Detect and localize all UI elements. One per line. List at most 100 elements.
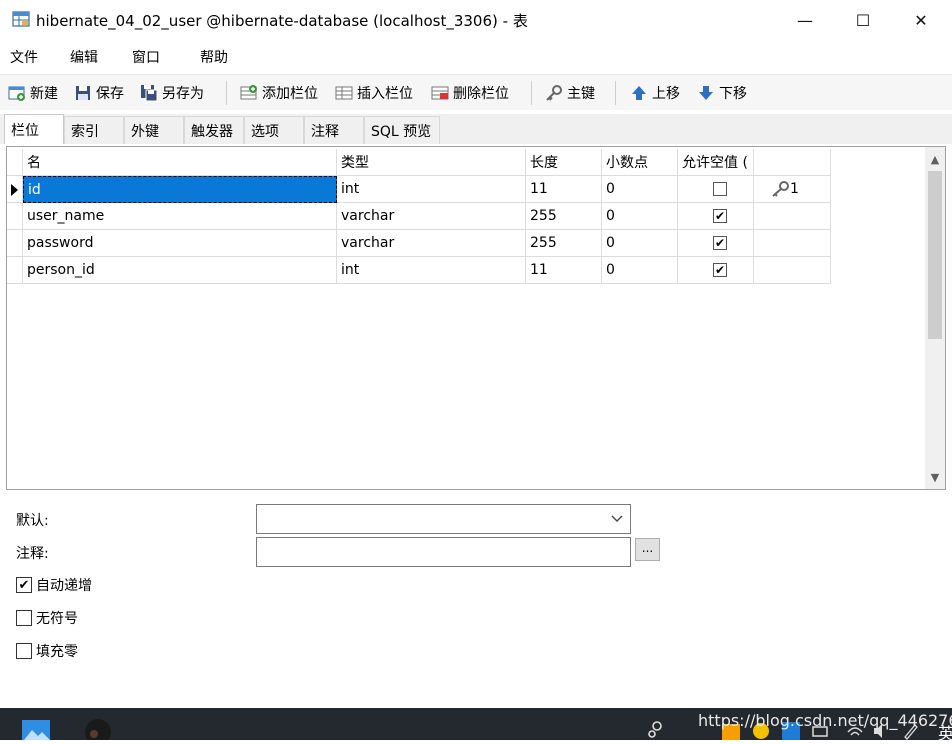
delete-field-button[interactable]: 删除栏位 <box>431 81 509 105</box>
tab-fields[interactable]: 栏位 <box>4 114 64 144</box>
cell-key[interactable]: 1 <box>754 176 831 203</box>
table-row[interactable]: user_name varchar 255 0 ✔ <box>7 203 831 230</box>
cell-decimals[interactable]: 0 <box>602 176 678 203</box>
cell-type[interactable]: int <box>337 176 526 203</box>
cell-not-null[interactable] <box>678 176 754 203</box>
default-value-select[interactable] <box>256 504 631 534</box>
photos-icon[interactable] <box>22 720 50 740</box>
default-label: 默认: <box>16 513 49 529</box>
add-field-icon <box>240 84 258 102</box>
comment-editor-button[interactable]: ... <box>635 538 660 561</box>
cell-length[interactable]: 11 <box>526 257 602 284</box>
auto-increment-checkbox[interactable]: ✔ <box>16 577 32 593</box>
col-header-length[interactable]: 长度 <box>526 149 602 176</box>
tab-sql-preview[interactable]: SQL 预览 <box>364 116 440 144</box>
cell-key[interactable] <box>754 230 831 257</box>
col-header-name[interactable]: 名 <box>23 149 337 176</box>
table-row[interactable]: password varchar 255 0 ✔ <box>7 230 831 257</box>
row-marker <box>7 230 23 257</box>
cell-type[interactable]: int <box>337 257 526 284</box>
unsigned-checkbox[interactable] <box>16 610 32 626</box>
menu-help[interactable]: 帮助 <box>200 47 228 67</box>
save-as-icon <box>140 84 158 102</box>
grid-header: 名 类型 长度 小数点 允许空值 ( <box>7 149 831 176</box>
menu-file[interactable]: 文件 <box>10 47 38 67</box>
new-button[interactable]: 新建 <box>8 81 58 105</box>
zerofill-checkbox[interactable] <box>16 643 32 659</box>
cell-type[interactable]: varchar <box>337 230 526 257</box>
unsigned-option[interactable]: 无符号 <box>16 608 78 628</box>
cell-decimals[interactable]: 0 <box>602 257 678 284</box>
cell-not-null[interactable]: ✔ <box>678 203 754 230</box>
tab-triggers[interactable]: 触发器 <box>184 116 244 144</box>
col-header-type[interactable]: 类型 <box>337 149 526 176</box>
move-up-label: 上移 <box>652 86 680 102</box>
col-header-decimals[interactable]: 小数点 <box>602 149 678 176</box>
save-icon <box>74 84 92 102</box>
cell-key[interactable] <box>754 257 831 284</box>
cell-name[interactable]: user_name <box>23 203 337 230</box>
cell-length[interactable]: 255 <box>526 203 602 230</box>
current-row-marker <box>7 176 23 203</box>
save-button[interactable]: 保存 <box>74 81 124 105</box>
primary-key-icon <box>770 181 790 197</box>
scroll-up-icon[interactable]: ▲ <box>925 149 945 169</box>
delete-field-label: 删除栏位 <box>453 86 509 102</box>
window-title: hibernate_04_02_user @hibernate-database… <box>36 12 528 30</box>
close-button[interactable]: ✕ <box>898 6 944 34</box>
cell-key[interactable] <box>754 203 831 230</box>
comment-label: 注释: <box>16 546 49 562</box>
cell-length[interactable]: 11 <box>526 176 602 203</box>
cell-decimals[interactable]: 0 <box>602 203 678 230</box>
col-header-not-null[interactable]: 允许空值 ( <box>678 149 754 176</box>
network-people-icon[interactable] <box>648 720 666 738</box>
row-marker <box>7 203 23 230</box>
tab-comment[interactable]: 注释 <box>304 116 364 144</box>
not-null-checkbox[interactable]: ✔ <box>713 236 727 250</box>
cell-name[interactable]: id <box>23 176 337 203</box>
menu-edit[interactable]: 编辑 <box>70 47 98 67</box>
move-down-button[interactable]: 下移 <box>697 81 747 105</box>
auto-increment-option[interactable]: ✔ 自动递增 <box>16 575 92 595</box>
primary-key-button[interactable]: 主键 <box>545 81 595 105</box>
cell-name[interactable]: password <box>23 230 337 257</box>
not-null-checkbox[interactable]: ✔ <box>713 263 727 277</box>
cell-decimals[interactable]: 0 <box>602 230 678 257</box>
cell-length[interactable]: 255 <box>526 230 602 257</box>
col-header-key[interactable] <box>754 149 831 176</box>
chevron-down-icon[interactable] <box>610 511 624 525</box>
tab-foreign-keys[interactable]: 外键 <box>124 116 184 144</box>
avatar-icon[interactable] <box>84 718 112 744</box>
not-null-checkbox[interactable] <box>713 182 727 196</box>
minimize-button[interactable]: — <box>782 6 828 34</box>
table-row[interactable]: person_id int 11 0 ✔ <box>7 257 831 284</box>
cell-name[interactable]: person_id <box>23 257 337 284</box>
vertical-scrollbar[interactable]: ▲ ▼ <box>925 147 945 489</box>
scroll-thumb[interactable] <box>928 171 942 339</box>
insert-field-label: 插入栏位 <box>357 86 413 102</box>
move-up-button[interactable]: 上移 <box>630 81 680 105</box>
save-as-label: 另存为 <box>162 86 204 102</box>
cell-not-null[interactable]: ✔ <box>678 230 754 257</box>
fields-grid[interactable]: 名 类型 长度 小数点 允许空值 ( id int 11 0 1 user_na… <box>6 146 946 490</box>
scroll-down-icon[interactable]: ▼ <box>925 467 945 487</box>
unsigned-label: 无符号 <box>36 611 78 627</box>
insert-field-icon <box>335 84 353 102</box>
tab-strip: 栏位 索引 外键 触发器 选项 注释 SQL 预览 <box>0 114 952 144</box>
add-field-button[interactable]: 添加栏位 <box>240 81 318 105</box>
table-row[interactable]: id int 11 0 1 <box>7 176 831 203</box>
comment-field[interactable] <box>256 537 631 567</box>
zerofill-option[interactable]: 填充零 <box>16 641 78 661</box>
not-null-checkbox[interactable]: ✔ <box>713 209 727 223</box>
primary-key-label: 主键 <box>567 86 595 102</box>
toolbar-separator <box>531 81 532 105</box>
cell-not-null[interactable]: ✔ <box>678 257 754 284</box>
maximize-button[interactable]: ☐ <box>840 6 886 34</box>
insert-field-button[interactable]: 插入栏位 <box>335 81 413 105</box>
tab-indexes[interactable]: 索引 <box>64 116 124 144</box>
cell-type[interactable]: varchar <box>337 203 526 230</box>
menu-window[interactable]: 窗口 <box>132 47 160 67</box>
save-label: 保存 <box>96 86 124 102</box>
tab-options[interactable]: 选项 <box>244 116 304 144</box>
save-as-button[interactable]: 另存为 <box>140 81 204 105</box>
